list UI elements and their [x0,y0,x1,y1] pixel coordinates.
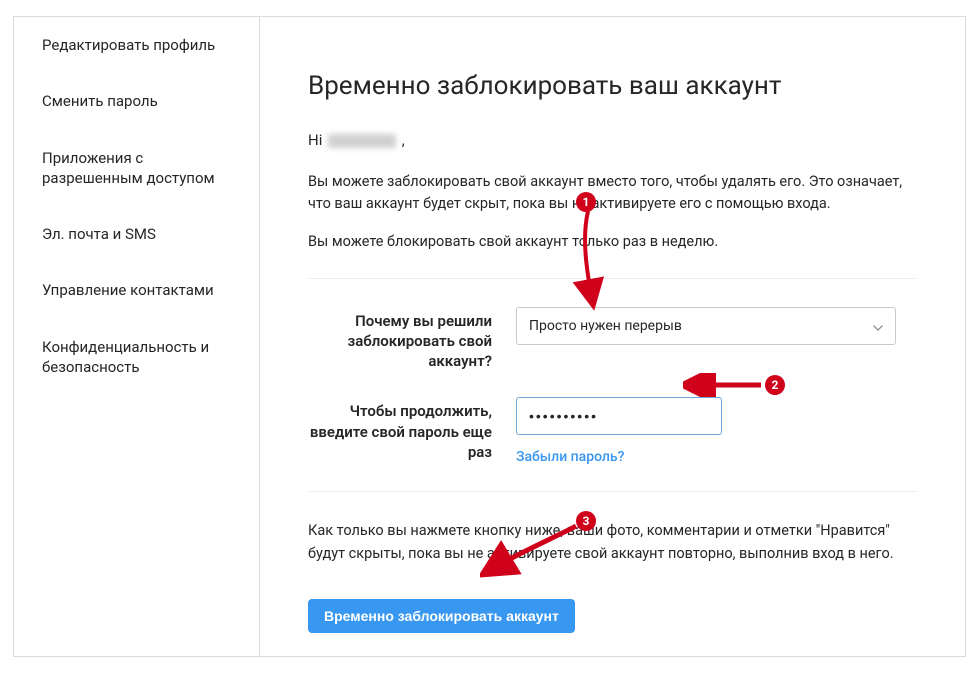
reason-select-value: Просто нужен перерыв [529,318,682,334]
annotation-arrow-2 [683,373,763,397]
forgot-password-link[interactable]: Забыли пароль? [516,449,917,465]
description-text-2: Вы можете блокировать свой аккаунт тольк… [308,233,917,250]
annotation-arrow-1 [560,207,620,312]
reason-control-wrap: Просто нужен перерыв [516,307,917,345]
main-content: Временно заблокировать ваш аккаунт Hi , … [260,17,965,656]
sidebar-item-email-sms[interactable]: Эл. почта и SMS [14,206,259,262]
settings-sidebar: Редактировать профиль Сменить пароль При… [14,17,260,656]
sidebar-item-change-password[interactable]: Сменить пароль [14,73,259,129]
annotation-badge-3: 3 [576,511,596,531]
bottom-description: Как только вы нажмете кнопку ниже, ваши … [308,520,917,565]
sidebar-item-edit-profile[interactable]: Редактировать профиль [14,17,259,73]
reason-select[interactable]: Просто нужен перерыв [516,307,896,345]
chevron-down-icon [873,323,883,333]
reason-row: Почему вы решили заблокировать свой акка… [308,307,917,372]
description-text-1: Вы можете заблокировать свой аккаунт вме… [308,171,917,215]
divider [308,278,917,279]
settings-container: Редактировать профиль Сменить пароль При… [13,16,966,657]
sidebar-item-privacy-security[interactable]: Конфиденциальность и безопасность [14,319,259,396]
reason-label: Почему вы решили заблокировать свой акка… [308,307,516,372]
password-row: Чтобы продолжить, введите свой пароль ещ… [308,397,917,465]
divider [308,491,917,492]
page-title: Временно заблокировать ваш аккаунт [308,71,917,101]
greeting-text: Hi , [308,131,917,149]
password-control-wrap: Забыли пароль? [516,397,917,465]
password-input[interactable] [516,397,722,435]
disable-account-button[interactable]: Временно заблокировать аккаунт [308,599,575,633]
greeting-suffix: , [398,131,405,149]
greeting-prefix: Hi [308,131,326,149]
password-label: Чтобы продолжить, введите свой пароль ещ… [308,397,516,462]
annotation-badge-1: 1 [576,192,596,212]
annotation-badge-2: 2 [765,375,785,395]
sidebar-item-manage-contacts[interactable]: Управление контактами [14,262,259,318]
username-redacted [328,134,396,148]
sidebar-item-authorized-apps[interactable]: Приложения с разрешенным доступом [14,130,259,207]
